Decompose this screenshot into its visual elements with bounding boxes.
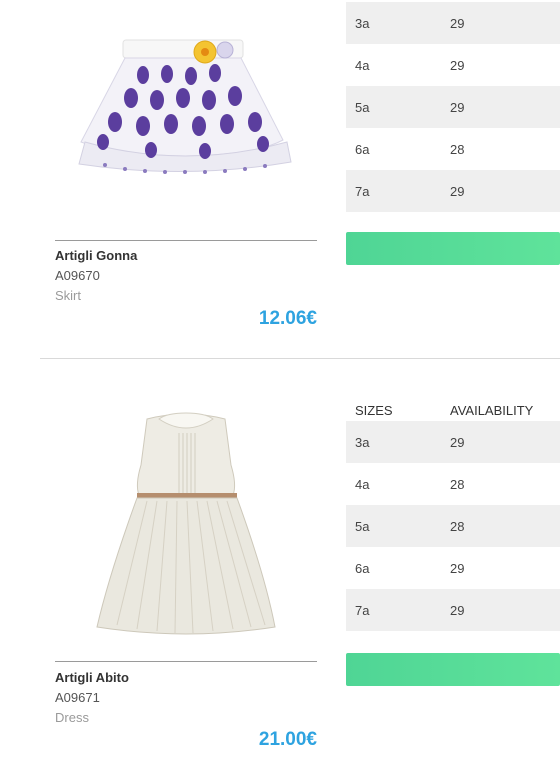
size-value: 7a xyxy=(355,183,370,199)
sizes-rows: 3a 29 4a 29 5a 29 6a 28 7a 29 xyxy=(346,2,560,212)
size-row: 4a 29 xyxy=(346,44,560,86)
product-price: 12.06€ xyxy=(258,308,317,329)
add-to-cart-button[interactable] xyxy=(346,653,560,686)
size-value: 4a xyxy=(355,476,370,492)
product-card: Artigli Abito A09671 Dress 21.00€ SIZES … xyxy=(0,359,560,770)
size-row: 3a 29 xyxy=(346,2,560,44)
sizes-table: 3a 29 4a 29 5a 29 6a 28 7a 29 xyxy=(346,2,560,212)
availability-value: 29 xyxy=(450,15,465,31)
size-value: 3a xyxy=(355,15,370,31)
product-info-divider xyxy=(55,240,317,241)
product-image-dress[interactable] xyxy=(55,405,317,645)
size-value: 4a xyxy=(355,57,370,73)
availability-value: 29 xyxy=(450,57,465,73)
availability-value: 28 xyxy=(450,476,465,492)
size-row: 7a 29 xyxy=(346,589,560,631)
sizes-table: SIZES AVAILABILITY 3a 29 4a 28 5a 28 6a 29 7… xyxy=(346,399,560,631)
availability-value: 29 xyxy=(450,602,465,618)
size-value: 7a xyxy=(355,602,370,618)
availability-value: 28 xyxy=(450,518,465,534)
size-value: 3a xyxy=(355,434,370,450)
availability-value: 29 xyxy=(450,560,465,576)
product-name[interactable]: Artigli Abito xyxy=(55,670,129,685)
size-value: 5a xyxy=(355,518,370,534)
product-category: Dress xyxy=(55,710,89,725)
product-image-skirt[interactable] xyxy=(55,30,317,190)
availability-column-header: AVAILABILITY xyxy=(450,402,534,418)
size-row: 6a 29 xyxy=(346,547,560,589)
sizes-rows: 3a 29 4a 28 5a 28 6a 29 7a 29 xyxy=(346,421,560,631)
sizes-table-header: SIZES AVAILABILITY xyxy=(346,399,560,421)
product-price: 21.00€ xyxy=(258,729,317,750)
product-info-divider xyxy=(55,661,317,662)
size-row: 5a 29 xyxy=(346,86,560,128)
availability-value: 29 xyxy=(450,183,465,199)
size-value: 6a xyxy=(355,141,370,157)
dress-illustration xyxy=(96,412,276,635)
size-row: 7a 29 xyxy=(346,170,560,212)
sizes-column-header: SIZES xyxy=(355,402,393,418)
size-row: 4a 28 xyxy=(346,463,560,505)
product-category: Skirt xyxy=(55,288,81,303)
size-row: 3a 29 xyxy=(346,421,560,463)
availability-value: 28 xyxy=(450,141,465,157)
size-value: 6a xyxy=(355,560,370,576)
availability-value: 29 xyxy=(450,99,465,115)
product-name[interactable]: Artigli Gonna xyxy=(55,248,137,263)
product-card: Artigli Gonna A09670 Skirt 12.06€ 3a 29 4… xyxy=(0,0,560,358)
size-row: 6a 28 xyxy=(346,128,560,170)
product-code: A09671 xyxy=(55,690,100,705)
size-row: 5a 28 xyxy=(346,505,560,547)
size-value: 5a xyxy=(355,99,370,115)
add-to-cart-button[interactable] xyxy=(346,232,560,265)
product-code: A09670 xyxy=(55,268,100,283)
skirt-illustration xyxy=(78,39,292,174)
availability-value: 29 xyxy=(450,434,465,450)
